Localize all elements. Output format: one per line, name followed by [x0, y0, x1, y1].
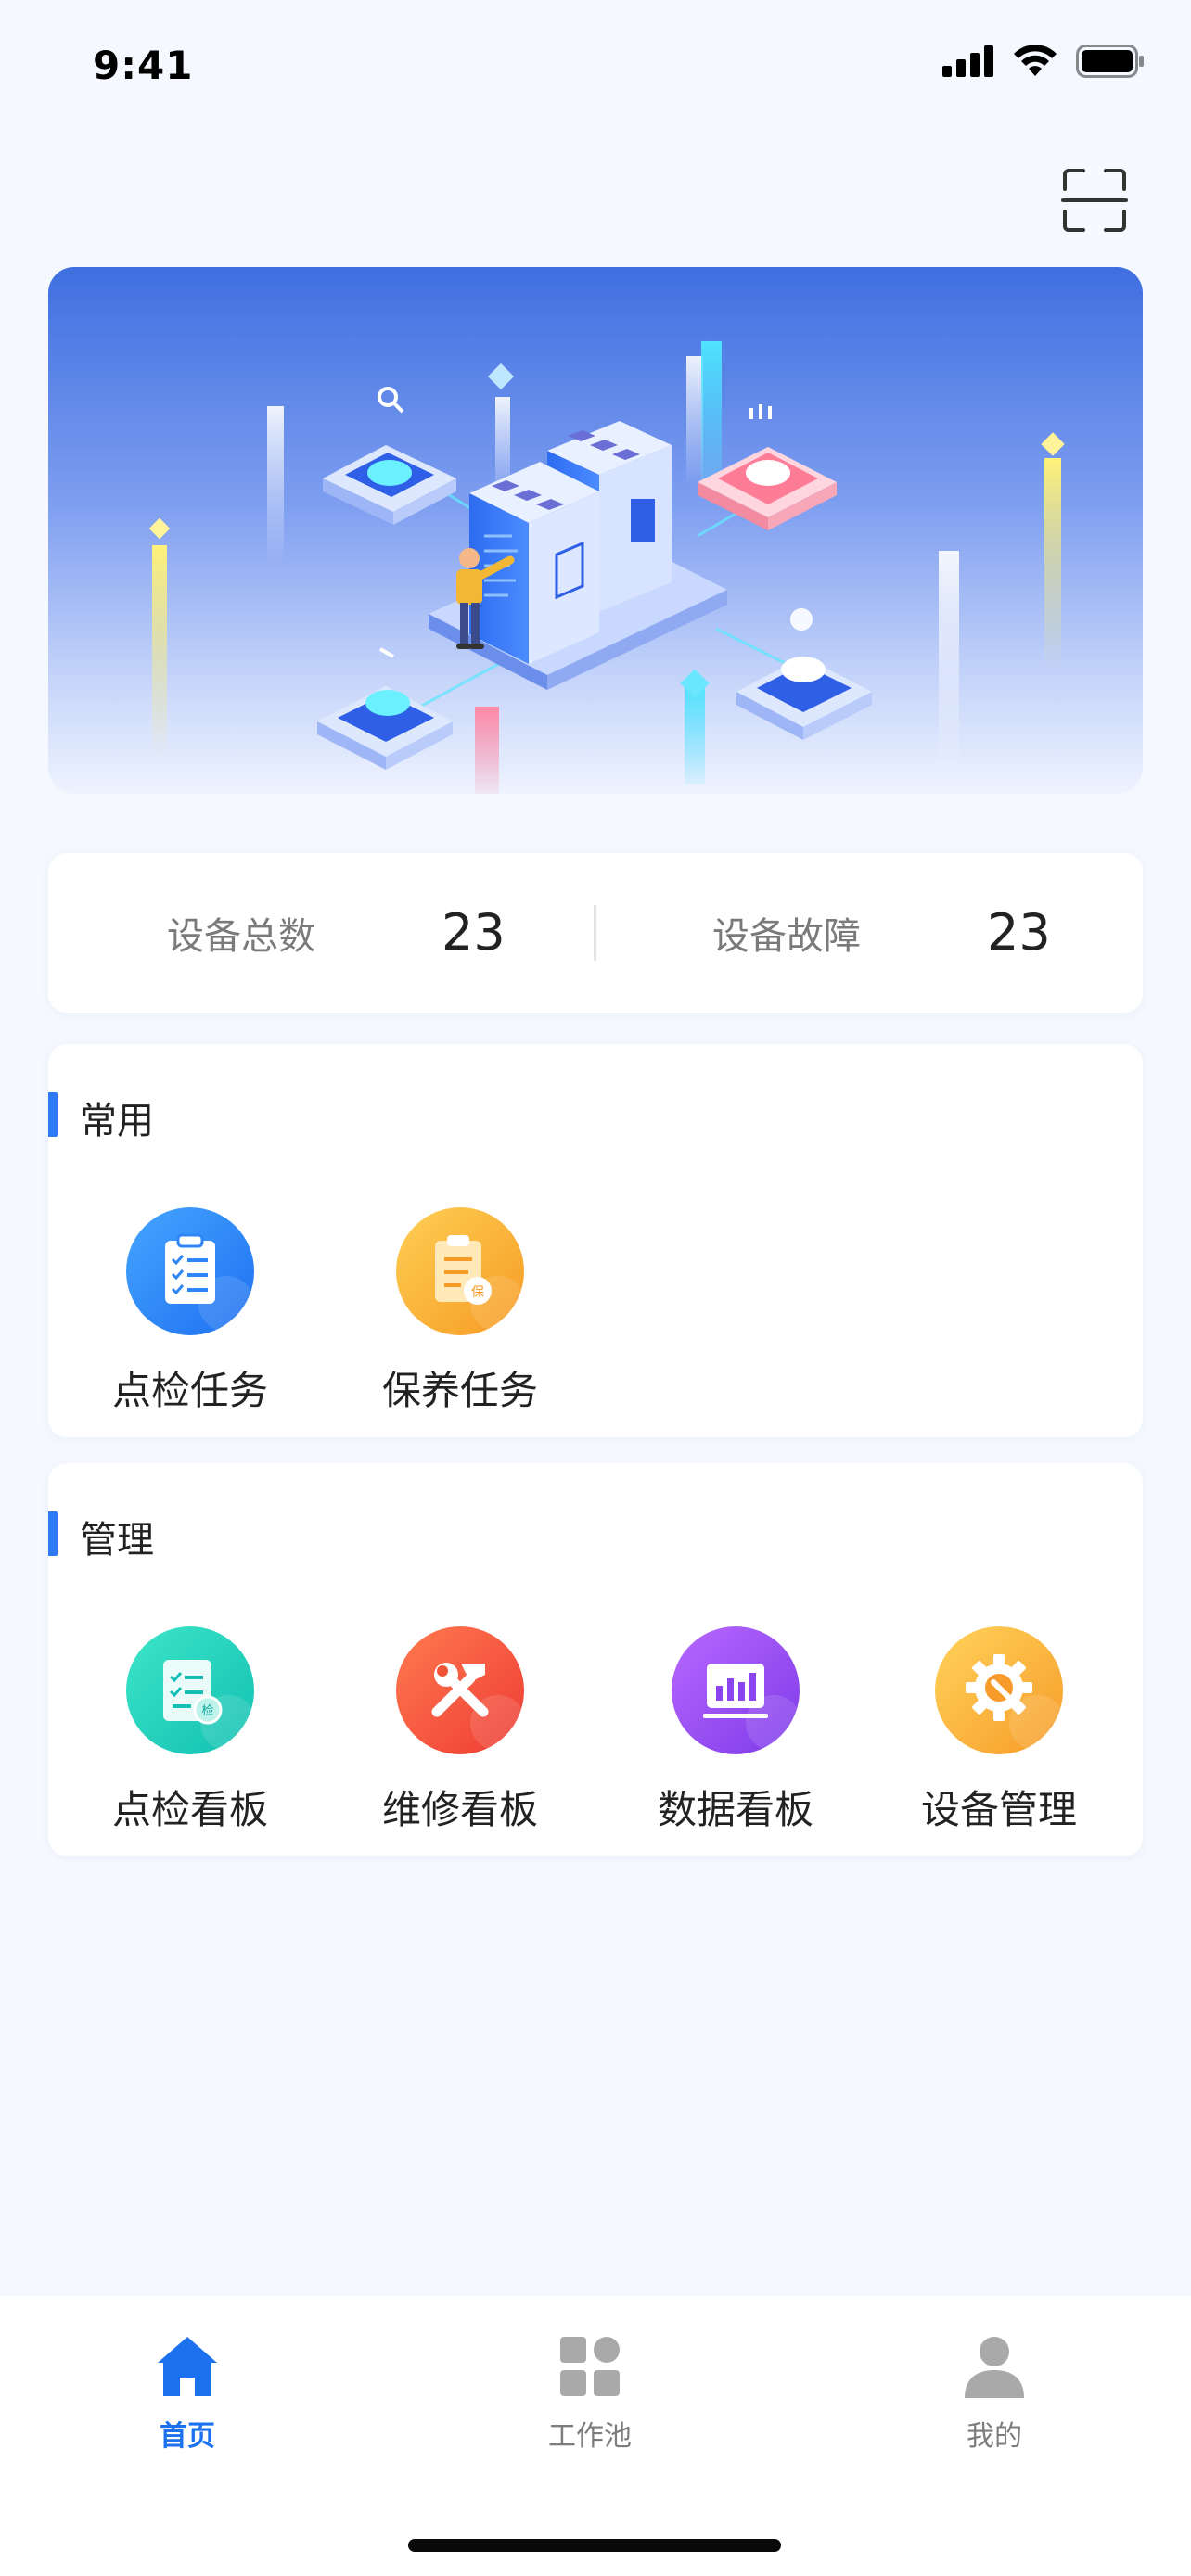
status-bar: 9:41	[0, 0, 1191, 130]
svg-text:保: 保	[471, 1285, 484, 1300]
inspection-board-icon: 检	[126, 1626, 254, 1754]
search-platform	[323, 387, 456, 525]
management-section: 管理 检 点检看板 维修看板 数据看板 设备管理	[48, 1463, 1143, 1856]
device-fault-label: 设备故障	[712, 915, 861, 958]
scan-icon	[1061, 169, 1128, 232]
device-total-value: 23	[442, 903, 506, 962]
tab-work-pool[interactable]: 工作池	[497, 2333, 683, 2472]
inspection-task-tile[interactable]: 点检任务	[97, 1207, 283, 1421]
data-board-tile[interactable]: 数据看板	[643, 1626, 828, 1840]
section-accent-bar	[48, 1092, 58, 1137]
tab-home[interactable]: 首页	[95, 2333, 280, 2472]
clipboard-checklist-icon	[126, 1207, 254, 1335]
server-rack-front	[469, 462, 599, 664]
gear-wrench-icon	[935, 1626, 1063, 1754]
maintenance-task-tile[interactable]: 保 保养任务	[367, 1207, 553, 1421]
user-icon	[965, 2337, 1024, 2398]
wrench-platform	[317, 647, 453, 770]
device-stats-card: 设备总数 23 设备故障 23	[48, 853, 1143, 1013]
device-management-tile[interactable]: 设备管理	[906, 1626, 1092, 1840]
device-total-stat[interactable]: 设备总数	[167, 853, 315, 1013]
maintenance-task-label: 保养任务	[381, 1368, 538, 1413]
common-section: 常用 点检任务 保 保养任务	[48, 1044, 1143, 1437]
section-title-manage: 管理	[80, 1519, 154, 1562]
wifi-icon	[1014, 45, 1057, 76]
maintenance-clipboard-icon: 保	[396, 1207, 524, 1335]
server-illustration	[148, 341, 1065, 794]
battery-icon	[1076, 45, 1144, 78]
device-management-label: 设备管理	[920, 1787, 1077, 1832]
status-time: 9:41	[93, 43, 194, 88]
tab-home-label: 首页	[160, 2420, 215, 2453]
device-fault-stat[interactable]: 设备故障	[712, 853, 861, 1013]
tab-profile[interactable]: 我的	[902, 2333, 1087, 2472]
home-icon	[158, 2337, 217, 2396]
scan-button[interactable]	[1061, 167, 1128, 234]
home-page: 9:41 设备总数 23 设备故障 23 常用 点检任务 保 保养任务 管理 检…	[0, 0, 1191, 2576]
banner-illustration	[48, 267, 1143, 794]
bottom-tab-bar: 首页 工作池 我的	[0, 2296, 1191, 2576]
data-board-label: 数据看板	[657, 1787, 813, 1832]
repair-board-tile[interactable]: 维修看板	[367, 1626, 553, 1840]
status-icons	[942, 45, 1145, 78]
grid-icon	[560, 2337, 620, 2396]
svg-text:检: 检	[201, 1704, 213, 1718]
clock-platform	[736, 608, 872, 740]
tab-profile-label: 我的	[967, 2420, 1022, 2453]
device-fault-value: 23	[987, 903, 1051, 962]
section-title-common: 常用	[80, 1100, 154, 1142]
inspection-board-tile[interactable]: 检 点检看板	[97, 1626, 283, 1840]
tab-work-pool-label: 工作池	[548, 2420, 632, 2453]
repair-board-label: 维修看板	[381, 1787, 538, 1832]
inspection-board-label: 点检看板	[111, 1787, 268, 1832]
home-indicator	[408, 2539, 781, 2552]
tools-hammer-wrench-icon	[396, 1626, 524, 1754]
section-accent-bar	[48, 1511, 58, 1556]
device-total-label: 设备总数	[167, 915, 315, 958]
bar-chart-board-icon	[672, 1626, 800, 1754]
cellular-signal-icon	[942, 45, 993, 77]
stats-divider	[594, 905, 596, 961]
inspection-task-label: 点检任务	[111, 1368, 268, 1413]
